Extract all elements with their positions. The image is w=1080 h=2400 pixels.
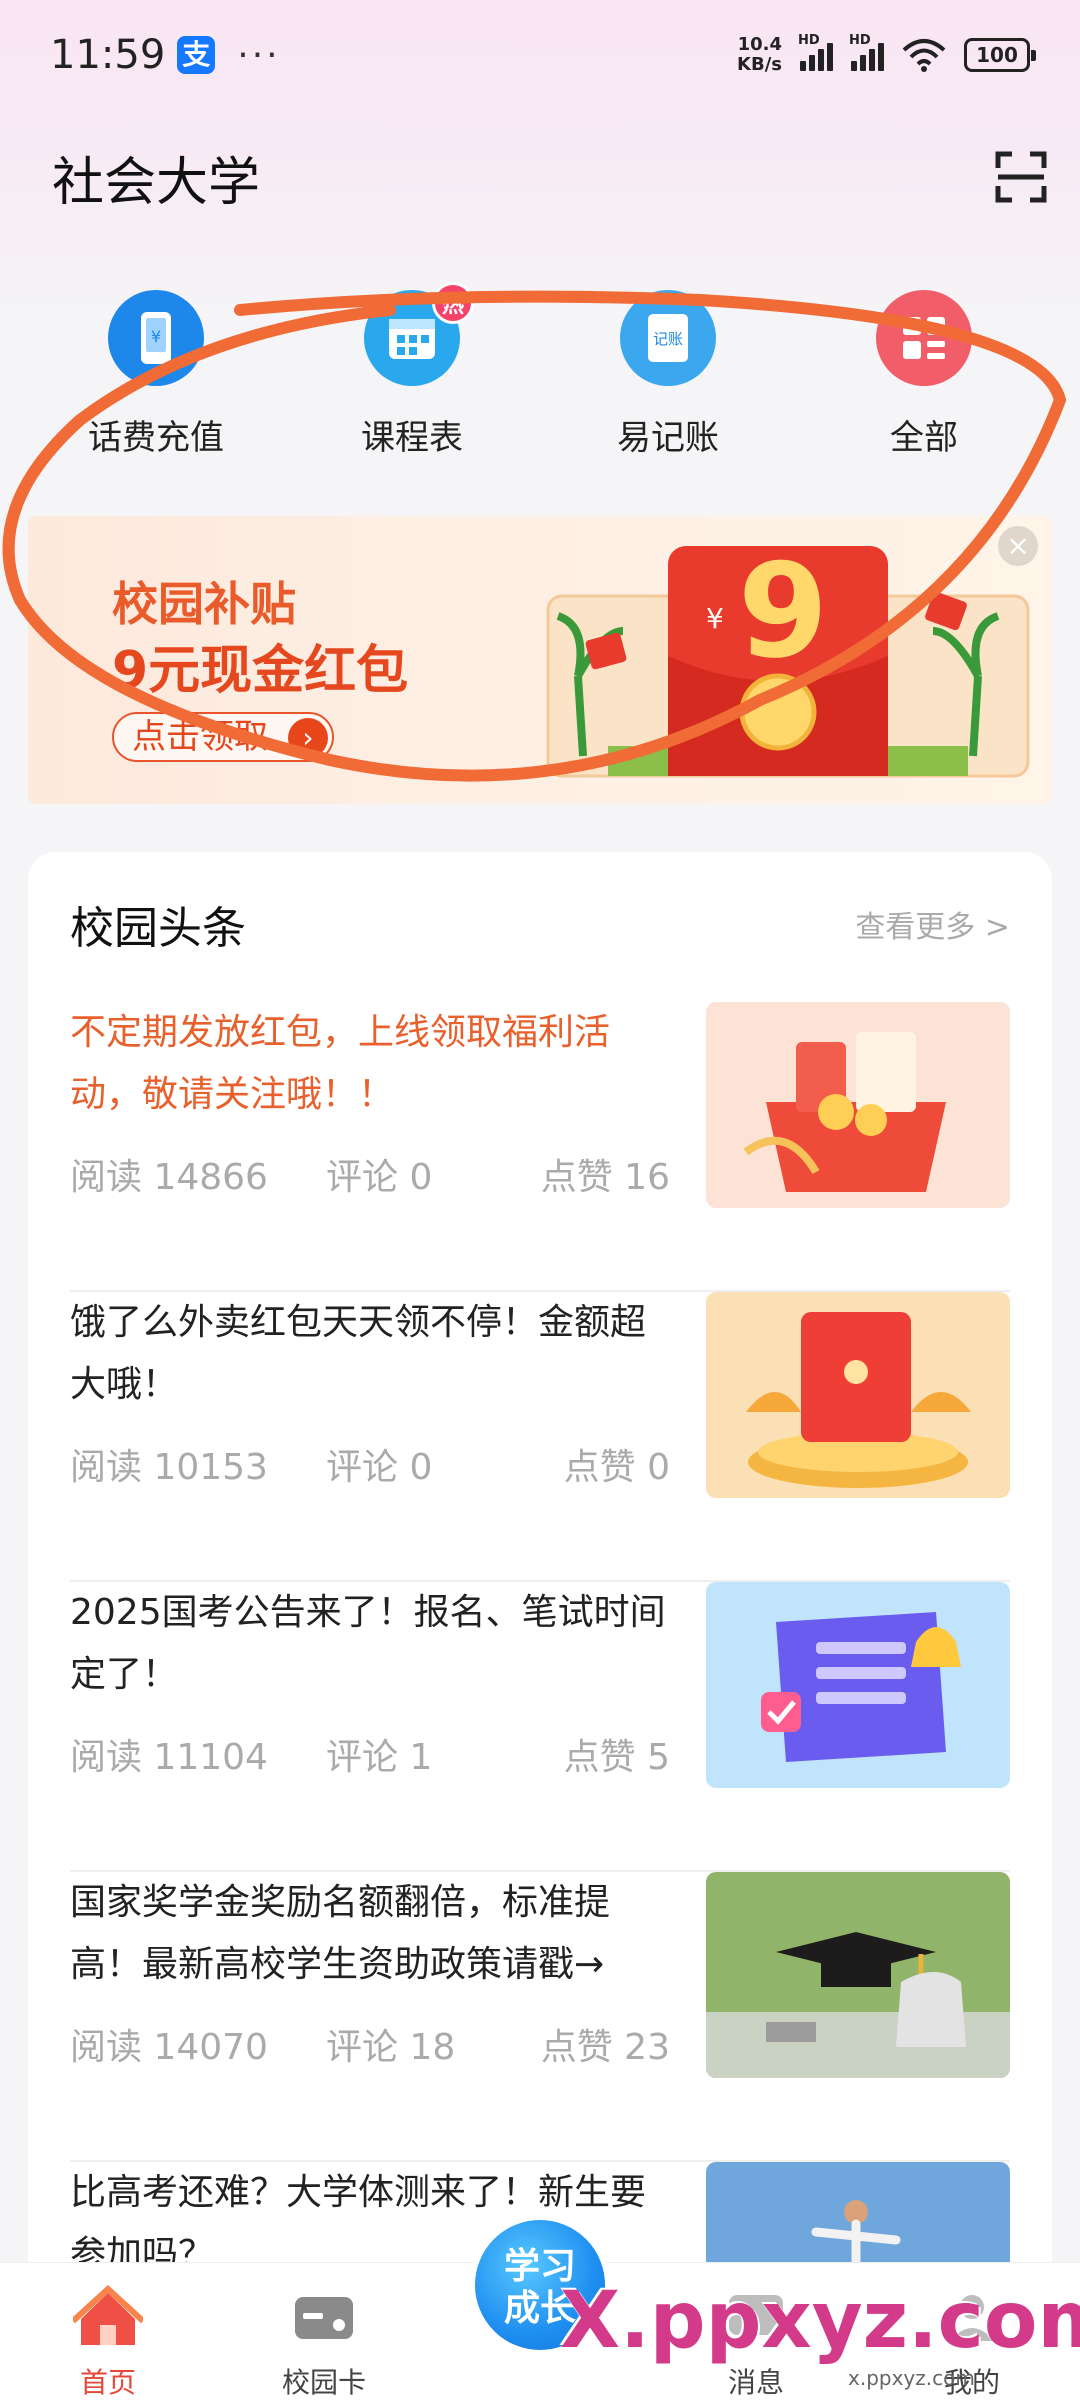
wifi-icon bbox=[902, 39, 946, 72]
signal-hd-label-2: HD bbox=[849, 33, 871, 48]
subsidy-banner[interactable]: 校园补贴 9元现金红包 点击领取 › 9 ¥ × bbox=[28, 516, 1052, 804]
read-count: 阅读 10153 bbox=[70, 1447, 268, 1488]
red-envelope-illustration: 9 ¥ bbox=[546, 536, 1030, 778]
hot-badge: 热 bbox=[432, 282, 474, 324]
network-speed-value: 10.4 bbox=[737, 34, 782, 55]
page-title: 社会大学 bbox=[52, 153, 261, 213]
news-item[interactable]: 国家奖学金奖励名额翻倍，标准提高！最新高校学生资助政策请戳→ 阅读 14070 … bbox=[70, 1872, 1010, 2162]
status-bar: 11:59 支 ··· 10.4 KB/s HD HD 100 bbox=[0, 0, 1080, 110]
envelope-currency: ¥ bbox=[706, 602, 724, 635]
quick-item-ledger[interactable]: 记账 易记账 bbox=[568, 290, 768, 459]
quick-menu: ¥ 话费充值 热 课程表 记账 易记账 全部 bbox=[0, 282, 1080, 470]
see-more-link[interactable]: 查看更多 > bbox=[855, 902, 1010, 946]
banner-headline: 9元现金红包 bbox=[112, 641, 409, 701]
quick-item-label: 易记账 bbox=[617, 418, 719, 458]
quick-item-label: 全部 bbox=[890, 418, 958, 458]
read-count: 阅读 11104 bbox=[70, 1737, 268, 1778]
nav-label: 首页 bbox=[79, 2366, 136, 2399]
read-count: 阅读 14070 bbox=[70, 2027, 268, 2068]
network-speed: 10.4 KB/s bbox=[737, 35, 782, 75]
news-stats: 阅读 10153 评论 0 点赞 0 bbox=[70, 1438, 670, 1490]
quick-item-label: 课程表 bbox=[361, 418, 463, 458]
banner-subtitle: 校园补贴 bbox=[112, 577, 296, 631]
close-icon[interactable]: × bbox=[998, 526, 1038, 566]
claim-button-label: 点击领取 bbox=[132, 717, 268, 757]
signal-icon: HD bbox=[798, 33, 833, 71]
calendar-icon: 热 bbox=[364, 282, 474, 386]
news-thumbnail-image bbox=[706, 1582, 1010, 1788]
alipay-icon: 支 bbox=[177, 36, 216, 74]
battery-icon: 100 bbox=[964, 38, 1036, 72]
signal-icon-2: HD bbox=[849, 33, 884, 71]
quick-item-label: 话费充值 bbox=[88, 418, 224, 458]
like-count: 点赞 23 bbox=[540, 2027, 670, 2068]
like-count: 点赞 16 bbox=[540, 1157, 670, 1198]
news-thumbnail-image bbox=[706, 1002, 1010, 1208]
quick-item-topup[interactable]: ¥ 话费充值 bbox=[56, 290, 256, 459]
comment-count: 评论 0 bbox=[326, 1447, 433, 1488]
scan-icon[interactable] bbox=[994, 150, 1048, 204]
quick-item-schedule[interactable]: 热 课程表 bbox=[312, 282, 512, 459]
grid-icon bbox=[876, 290, 972, 386]
like-count: 点赞 0 bbox=[563, 1447, 670, 1488]
nav-home[interactable]: 首页 bbox=[28, 2284, 188, 2400]
news-headline: 饿了么外卖红包天天领不停！金额超大哦！ bbox=[70, 1302, 647, 1405]
campus-news-card: 校园头条 查看更多 > 不定期发放红包，上线领取福利活动，敬请关注哦！！ 阅读 … bbox=[28, 852, 1052, 2400]
news-stats: 阅读 11104 评论 1 点赞 5 bbox=[70, 1728, 670, 1780]
news-headline: 国家奖学金奖励名额翻倍，标准提高！最新高校学生资助政策请戳→ bbox=[70, 1882, 611, 1985]
envelope-number: 9 bbox=[738, 536, 828, 687]
news-section-title: 校园头条 bbox=[70, 903, 246, 954]
ledger-icon: 记账 bbox=[620, 290, 716, 386]
news-stats: 阅读 14866 评论 0 点赞 16 bbox=[70, 1148, 670, 1200]
news-stats: 阅读 14070 评论 18 点赞 23 bbox=[70, 2018, 670, 2070]
status-indicators: 10.4 KB/s HD HD 100 bbox=[737, 33, 1036, 75]
svg-text:¥: ¥ bbox=[151, 327, 161, 346]
home-icon bbox=[70, 2284, 146, 2345]
comment-count: 评论 1 bbox=[326, 1737, 433, 1778]
nav-campus-card[interactable]: 校园卡 bbox=[244, 2285, 404, 2400]
news-thumbnail-image bbox=[706, 1292, 1010, 1498]
quick-item-all[interactable]: 全部 bbox=[824, 290, 1024, 459]
more-notifications-icon: ··· bbox=[237, 34, 281, 76]
nav-label: 校园卡 bbox=[281, 2366, 366, 2399]
signal-hd-label: HD bbox=[798, 33, 820, 48]
read-count: 阅读 14866 bbox=[70, 1157, 268, 1198]
news-thumbnail-image bbox=[706, 1872, 1010, 2078]
like-count: 点赞 5 bbox=[563, 1737, 670, 1778]
svg-text:记账: 记账 bbox=[653, 330, 683, 348]
news-item[interactable]: 饿了么外卖红包天天领不停！金额超大哦！ 阅读 10153 评论 0 点赞 0 bbox=[70, 1292, 1010, 1582]
chevron-right-icon: › bbox=[288, 718, 328, 758]
comment-count: 评论 0 bbox=[326, 1157, 433, 1198]
network-speed-unit: KB/s bbox=[737, 54, 782, 75]
news-item[interactable]: 2025国考公告来了！报名、笔试时间定了！ 阅读 11104 评论 1 点赞 5 bbox=[70, 1582, 1010, 1872]
news-item[interactable]: 不定期发放红包，上线领取福利活动，敬请关注哦！！ 阅读 14866 评论 0 点… bbox=[70, 1002, 1010, 1292]
claim-button[interactable]: 点击领取 › bbox=[112, 712, 334, 762]
watermark: X.ppxyz.com bbox=[560, 2276, 1080, 2366]
comment-count: 评论 18 bbox=[326, 2027, 456, 2068]
watermark-small: x.ppxyz.com bbox=[848, 2366, 975, 2390]
news-headline: 2025国考公告来了！报名、笔试时间定了！ bbox=[70, 1592, 666, 1695]
status-time: 11:59 bbox=[50, 32, 166, 78]
phone-topup-icon: ¥ bbox=[108, 290, 204, 386]
news-headline: 不定期发放红包，上线领取福利活动，敬请关注哦！！ bbox=[70, 1012, 611, 1115]
card-icon bbox=[295, 2297, 353, 2339]
